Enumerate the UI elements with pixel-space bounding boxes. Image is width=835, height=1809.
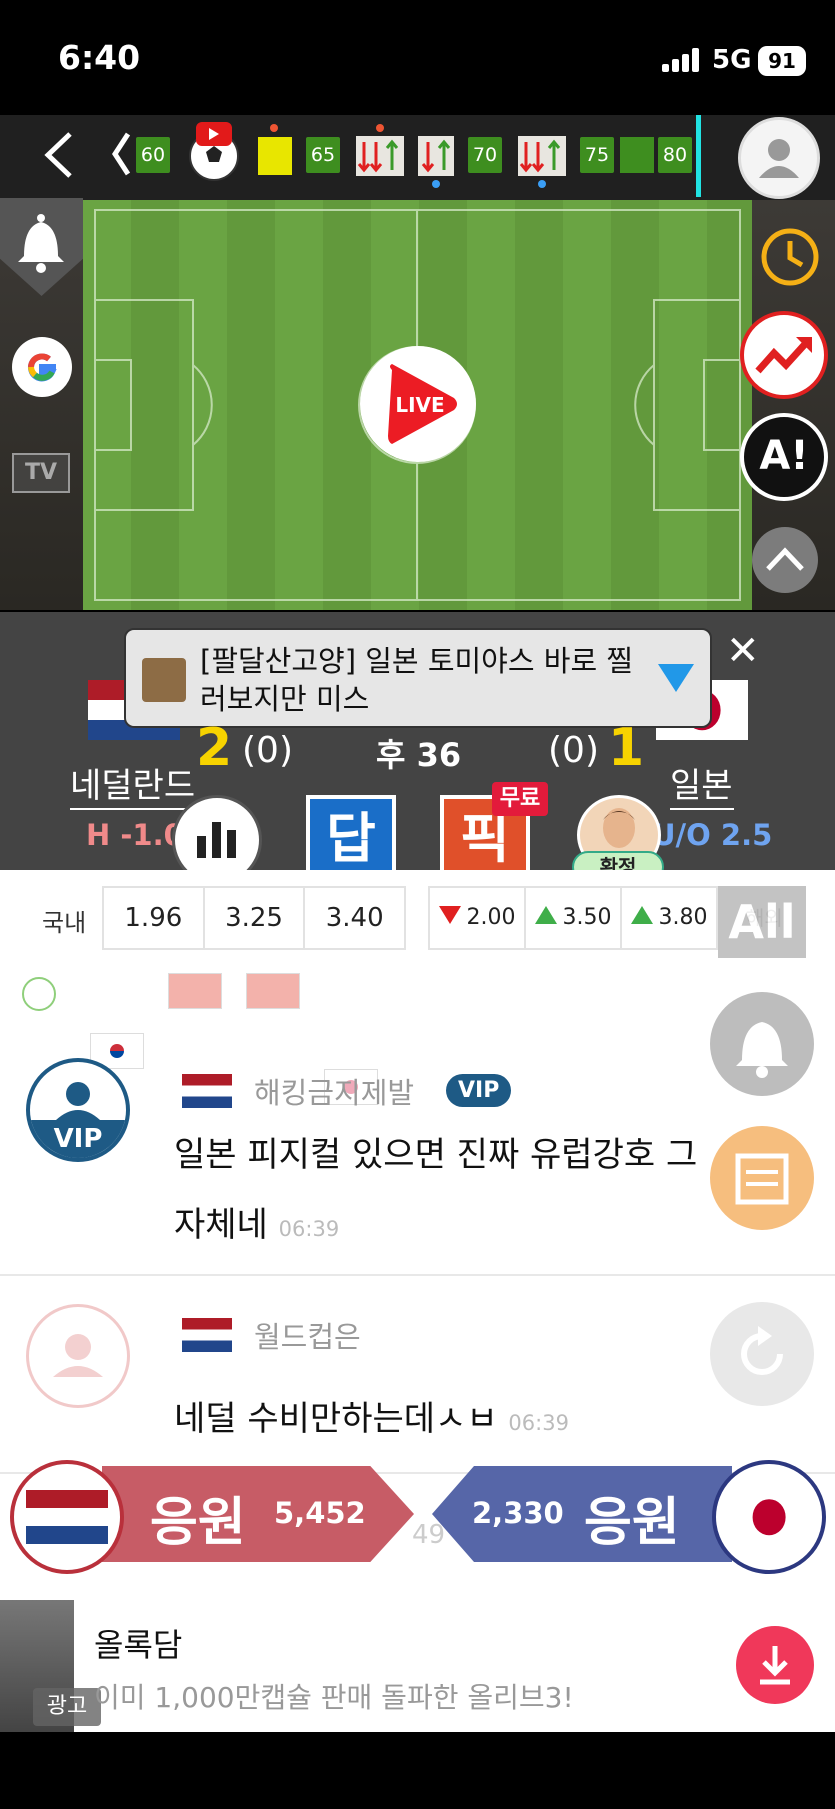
google-icon[interactable] bbox=[12, 337, 72, 397]
event-dot bbox=[538, 180, 546, 188]
home-indicator-area bbox=[0, 1732, 835, 1809]
answer-button[interactable]: 답 bbox=[306, 795, 396, 875]
timeline-segment bbox=[620, 137, 654, 173]
timeline-minute: 75 bbox=[580, 137, 614, 173]
vip-avatar[interactable]: VIP bbox=[26, 1058, 130, 1162]
event-dot bbox=[432, 180, 440, 188]
trend-icon[interactable] bbox=[740, 311, 828, 399]
message-divider bbox=[0, 1274, 835, 1276]
home-cheer-count: 5,452 bbox=[274, 1496, 366, 1530]
globe-icon[interactable] bbox=[22, 977, 56, 1011]
timeline-minute: 65 bbox=[306, 137, 340, 173]
ai-icon[interactable]: A! bbox=[740, 413, 828, 501]
vip-badge: VIP bbox=[446, 1074, 512, 1107]
message-text: 일본 피지컬 있으면 진짜 유럽강호 그자체네 06:39 bbox=[174, 1135, 698, 1245]
odds-label: 국내 bbox=[42, 909, 87, 937]
home-cheer-button[interactable]: 응원 5,452 bbox=[102, 1466, 414, 1562]
scroll-up-icon[interactable] bbox=[752, 527, 818, 593]
ad-description[interactable]: 이미 1,000만캡슐 판매 돌파한 올리브3! bbox=[94, 1676, 574, 1716]
away-team-name[interactable]: 일본 bbox=[670, 758, 733, 807]
substitution-icon[interactable] bbox=[518, 136, 566, 176]
timeline-minute: 70 bbox=[468, 137, 502, 173]
clock-icon[interactable] bbox=[758, 225, 822, 289]
match-period: 후 36 bbox=[376, 736, 462, 774]
substitution-icon[interactable] bbox=[356, 136, 404, 176]
over-under-label: U/O 2.5 bbox=[652, 818, 773, 852]
odds-cell[interactable]: 3.80 bbox=[622, 888, 716, 948]
away-halftime: (0) bbox=[548, 730, 599, 771]
youtube-goal-icon[interactable] bbox=[186, 120, 242, 182]
message-time: 06:39 bbox=[278, 1217, 340, 1241]
odds-cell[interactable]: 1.96 bbox=[104, 888, 205, 948]
status-time: 6:40 bbox=[58, 38, 141, 77]
home-team-underline bbox=[70, 808, 188, 810]
partial-time: 49 bbox=[412, 1520, 446, 1550]
ad-badge: 광고 bbox=[33, 1688, 101, 1726]
signal-icon bbox=[662, 48, 702, 72]
document-fab-icon[interactable] bbox=[710, 1126, 814, 1230]
ad-title[interactable]: 올록담 bbox=[94, 1620, 182, 1666]
event-dot bbox=[376, 124, 384, 132]
popup-expand-icon[interactable] bbox=[658, 664, 694, 692]
away-flag-icon bbox=[728, 1490, 810, 1544]
network-label: 5G bbox=[712, 45, 752, 75]
odds-cell[interactable]: 2.00 bbox=[430, 888, 526, 948]
odds-cell[interactable]: 3.40 bbox=[305, 888, 404, 948]
nickname[interactable]: 해킹금지제발 bbox=[254, 1070, 414, 1112]
event-dot bbox=[270, 124, 278, 132]
home-flag-icon bbox=[26, 1490, 108, 1544]
live-play-button[interactable]: LIVE bbox=[360, 346, 476, 462]
notification-fab-icon[interactable] bbox=[710, 992, 814, 1096]
timeline-minute: 80 bbox=[658, 137, 692, 173]
popup-text: [팔달산고양] 일본 토미야스 바로 찔러보지만 미스 bbox=[200, 644, 634, 716]
message-text: 네덜 수비만하는데ㅅㅂ 06:39 bbox=[174, 1399, 569, 1439]
back-icon[interactable] bbox=[40, 130, 80, 180]
down-arrow-icon bbox=[438, 906, 461, 924]
nickname-flag bbox=[182, 1318, 232, 1352]
download-icon[interactable] bbox=[736, 1626, 814, 1704]
nickname[interactable]: 월드컵은 bbox=[254, 1314, 361, 1356]
timeline-prev-icon[interactable] bbox=[110, 132, 132, 176]
all-odds-button[interactable]: All bbox=[718, 886, 806, 958]
domestic-odds[interactable]: 1.96 3.25 3.40 bbox=[102, 886, 406, 950]
odds-cell[interactable]: 3.50 bbox=[526, 888, 622, 948]
away-cheer-button[interactable]: 2,330 응원 bbox=[432, 1466, 732, 1562]
nickname-flag bbox=[182, 1074, 232, 1108]
free-badge: 무료 bbox=[492, 782, 548, 816]
commentary-popup[interactable]: [팔달산고양] 일본 토미야스 바로 찔러보지만 미스 bbox=[124, 628, 712, 728]
handicap-label: H -1.0 bbox=[86, 818, 184, 852]
hongkong-flag-tab[interactable] bbox=[168, 973, 222, 1009]
substitution-icon[interactable] bbox=[418, 136, 454, 176]
close-icon[interactable]: ✕ bbox=[726, 628, 760, 674]
odds-cell[interactable]: 3.25 bbox=[205, 888, 306, 948]
away-team-underline bbox=[670, 808, 734, 810]
home-cheer-flag[interactable] bbox=[10, 1460, 124, 1574]
svg-text:LIVE: LIVE bbox=[395, 393, 444, 417]
home-score: 2 bbox=[196, 718, 233, 778]
up-arrow-icon bbox=[534, 906, 557, 924]
tv-button[interactable]: TV bbox=[12, 453, 70, 493]
popup-thumbnail bbox=[142, 658, 186, 702]
profile-avatar-icon[interactable] bbox=[738, 117, 820, 199]
away-score: 1 bbox=[608, 718, 645, 778]
vip-avatar-label: VIP bbox=[53, 1124, 103, 1154]
away-cheer-label: 응원 bbox=[584, 1493, 680, 1553]
up-arrow-icon bbox=[630, 906, 653, 924]
away-cheer-flag[interactable] bbox=[712, 1460, 826, 1574]
yellow-card-icon[interactable] bbox=[258, 137, 292, 175]
battery-icon: 91 bbox=[758, 46, 806, 76]
refresh-fab-icon[interactable] bbox=[710, 1302, 814, 1406]
china-flag-tab[interactable] bbox=[246, 973, 300, 1009]
message-time: 06:39 bbox=[508, 1411, 569, 1435]
handicap-odds[interactable]: 2.00 3.50 3.80 bbox=[428, 886, 718, 950]
home-halftime: (0) bbox=[242, 730, 293, 771]
user-avatar[interactable] bbox=[26, 1304, 130, 1408]
timeline-current-marker bbox=[696, 115, 701, 197]
timeline-minute: 60 bbox=[136, 137, 170, 173]
home-cheer-label: 응원 bbox=[150, 1493, 246, 1553]
away-cheer-count: 2,330 bbox=[472, 1496, 564, 1530]
